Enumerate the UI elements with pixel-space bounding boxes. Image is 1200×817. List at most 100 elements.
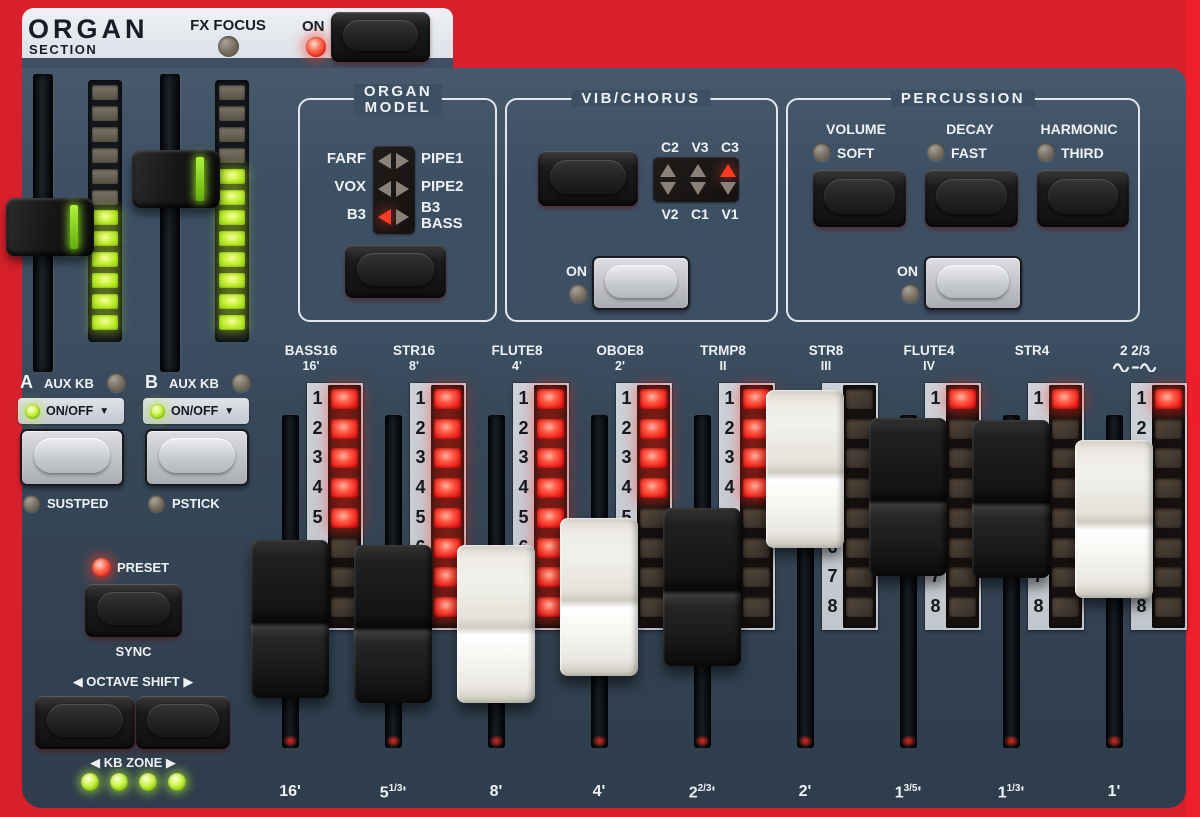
percussion-fast-led <box>927 143 945 161</box>
drawbar-scale-number: 4 <box>307 475 328 499</box>
kb-zone-led <box>139 773 157 791</box>
drawbar-scale-number: 1 <box>410 386 431 410</box>
slider-led-slit <box>70 205 78 249</box>
meter-segment <box>92 210 118 225</box>
drawbar-scale-number: 2 <box>616 416 637 440</box>
drawbar-led <box>743 567 770 587</box>
vib-on-label: ON <box>566 263 587 279</box>
vib-on-button[interactable] <box>592 256 690 310</box>
drawbar-led <box>537 419 564 439</box>
drawbar-led <box>331 389 358 409</box>
right-arrow-led <box>396 153 409 169</box>
vib-label-c2: C2 <box>656 139 684 155</box>
octave-shift-label: ◀ OCTAVE SHIFT ▶ <box>35 674 231 690</box>
drawbar-handle[interactable] <box>354 545 432 703</box>
meter-segment <box>219 190 245 205</box>
drawbar-scale-number: 3 <box>616 445 637 469</box>
aux-a-onoff-led <box>25 404 40 419</box>
meter-segment <box>92 127 118 142</box>
drawbar-led <box>1052 419 1079 439</box>
left-arrow-led <box>378 209 391 225</box>
model-label-pipe1: PIPE1 <box>421 150 481 167</box>
percussion-on-label: ON <box>897 263 918 279</box>
meter-segment <box>219 273 245 288</box>
drawbar-handle[interactable] <box>972 420 1050 578</box>
kb-zone-led <box>168 773 186 791</box>
drawbar-handle[interactable] <box>869 418 947 576</box>
aux-a-button[interactable] <box>20 429 124 486</box>
meter-segment <box>219 169 245 184</box>
meter-segment <box>92 252 118 267</box>
drawbar-led <box>1155 448 1182 468</box>
aux-b-onoff-strip[interactable]: ON/OFF ▼ <box>143 398 249 424</box>
aux-b-onoff-led <box>150 404 165 419</box>
organ-model-title: ORGAN MODEL <box>354 84 442 116</box>
drawbar-handle[interactable] <box>1075 440 1153 598</box>
drawbar-scale-number: 4 <box>513 475 534 499</box>
drawbar-handle[interactable] <box>663 508 741 666</box>
drawbar-scale-number: 2 <box>719 416 740 440</box>
drawbar-led <box>640 419 667 439</box>
drawbar-name-label: 2 2/3 <box>1055 343 1200 358</box>
drawbar-handle[interactable] <box>457 545 535 703</box>
drawbar-scale-number: 1 <box>925 386 946 410</box>
drawbar-scale-number: 3 <box>513 445 534 469</box>
drawbar-led <box>640 389 667 409</box>
model-label-b3: B3 <box>300 206 366 223</box>
drawbar-led <box>846 389 873 409</box>
vib-selector-column <box>720 157 736 202</box>
percussion-harmonic-button[interactable] <box>1037 170 1129 227</box>
meter-segment <box>92 148 118 163</box>
aux-a-letter: A <box>20 372 33 393</box>
aux-a-onoff-strip[interactable]: ON/OFF ▼ <box>18 398 124 424</box>
sync-button[interactable] <box>85 584 182 637</box>
percussion-harmonic-label: HARMONIC <box>1019 121 1139 137</box>
drawbar-scale-number: 3 <box>307 445 328 469</box>
down-arrow-led <box>690 182 706 195</box>
level-slider-b-handle[interactable] <box>132 150 220 208</box>
drawbar-footage-label: 4' <box>547 783 651 801</box>
dropdown-arrow-icon: ▼ <box>224 406 234 417</box>
drawbar-footage-label: 51/3' <box>341 783 445 802</box>
percussion-volume-button[interactable] <box>813 170 906 227</box>
sync-label: SYNC <box>85 644 182 659</box>
meter-segment <box>92 85 118 100</box>
up-arrow-led <box>720 164 736 177</box>
percussion-on-led <box>901 284 920 303</box>
drawbar-scale-number: 2 <box>307 416 328 440</box>
drawbar-led <box>1155 538 1182 558</box>
meter-segment <box>219 231 245 246</box>
drawbar-handle[interactable] <box>560 518 638 676</box>
level-slider-a-handle[interactable] <box>6 198 94 256</box>
drawbar-led <box>434 508 461 528</box>
kb-zone-led <box>81 773 99 791</box>
drawbar-scale-number: 8 <box>925 594 946 618</box>
model-selector-leds <box>373 146 415 234</box>
fx-focus-led <box>218 36 239 57</box>
percussion-decay-button[interactable] <box>925 170 1018 227</box>
organ-model-button[interactable] <box>345 245 446 298</box>
left-arrow-led <box>378 181 391 197</box>
drawbar-scale-number: 1 <box>513 386 534 410</box>
drawbar-footage-label: 1' <box>1062 783 1166 801</box>
percussion-third-led <box>1037 143 1055 161</box>
model-label-b3bass: B3 BASS <box>421 200 471 232</box>
octave-shift-up-button[interactable] <box>136 696 230 749</box>
kb-zone-led <box>110 773 128 791</box>
aux-b-button[interactable] <box>145 429 249 486</box>
vib-selector-column <box>690 157 706 202</box>
drawbar-led <box>1155 478 1182 498</box>
octave-shift-down-button[interactable] <box>35 696 135 749</box>
right-arrow-led <box>396 181 409 197</box>
drawbar-scale-number: 3 <box>719 445 740 469</box>
drawbar-handle[interactable] <box>251 540 329 698</box>
drawbar-scale-number: 1 <box>616 386 637 410</box>
drawbar-scale-number: 1 <box>1131 386 1152 410</box>
pstick-led <box>148 495 165 512</box>
drawbar-footage-label: 2' <box>753 783 857 801</box>
vib-chorus-select-button[interactable] <box>538 151 638 206</box>
organ-on-button[interactable] <box>331 12 430 62</box>
level-slider-b-groove[interactable] <box>160 74 180 372</box>
percussion-on-button[interactable] <box>924 256 1022 310</box>
drawbar-handle[interactable] <box>766 390 844 548</box>
